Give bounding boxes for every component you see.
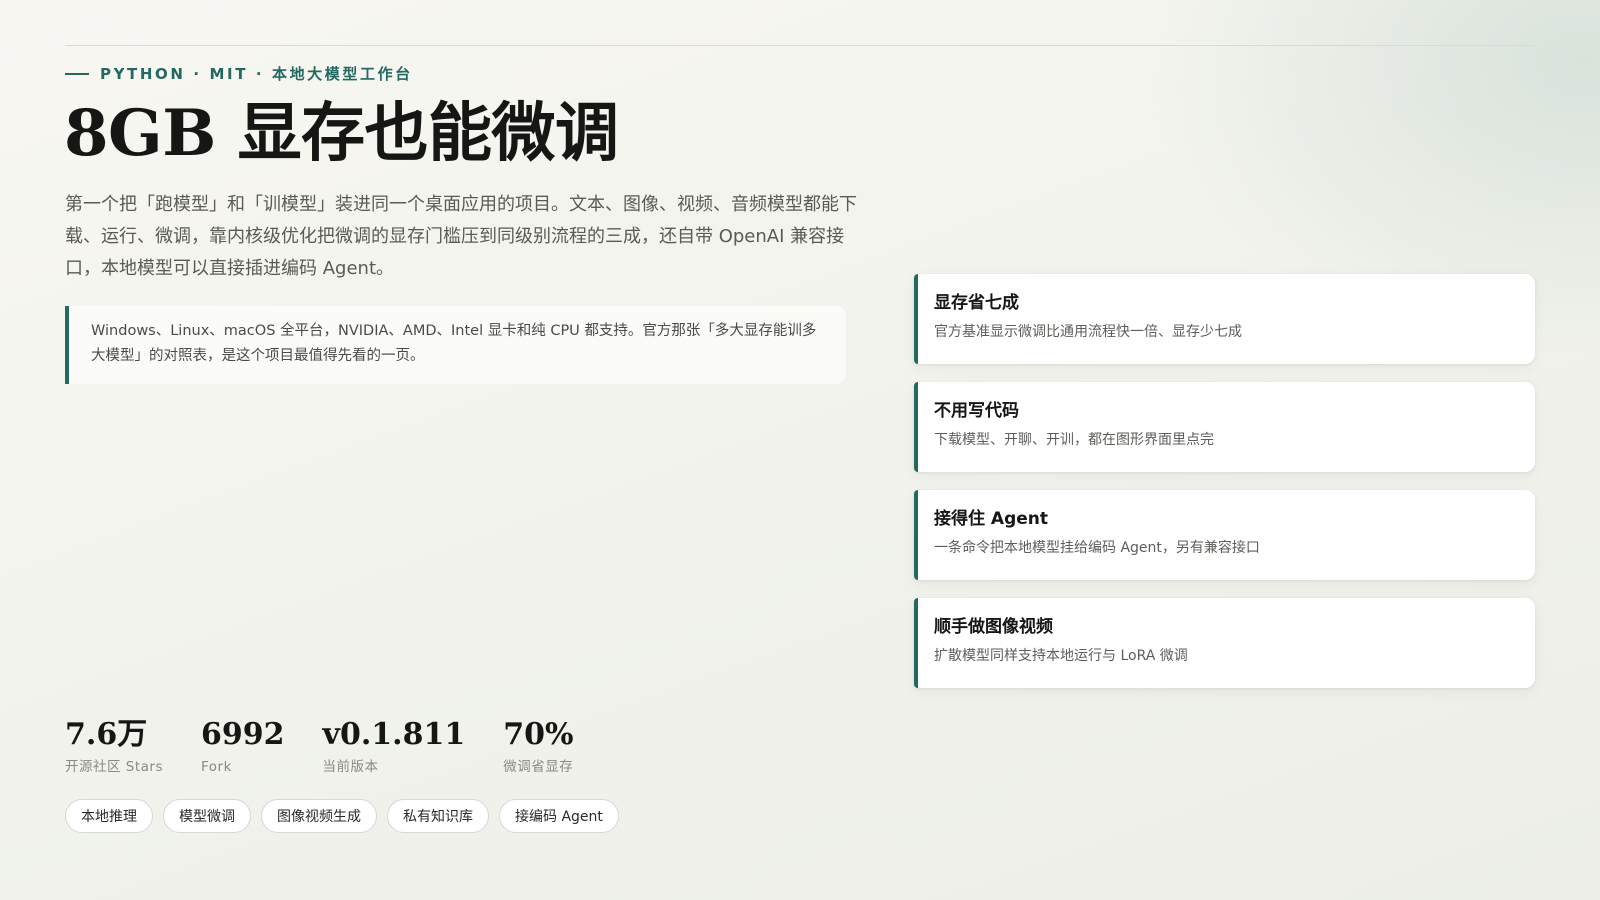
stat-vram-saving: 70% 微调省显存 bbox=[503, 716, 573, 776]
stat-label: 微调省显存 bbox=[503, 759, 574, 775]
stat-value: 70% bbox=[503, 717, 574, 752]
callout-note: Windows、Linux、macOS 全平台，NVIDIA、AMD、Intel… bbox=[65, 306, 846, 384]
feature-card-desc: 官方基准显示微调比通用流程快一倍、显存少七成 bbox=[934, 324, 1242, 340]
feature-card: 接得住 Agent 一条命令把本地模型挂给编码 Agent，另有兼容接口 bbox=[914, 490, 1535, 580]
feature-card-desc: 一条命令把本地模型挂给编码 Agent，另有兼容接口 bbox=[934, 540, 1260, 556]
feature-card: 显存省七成 官方基准显示微调比通用流程快一倍、显存少七成 bbox=[914, 274, 1535, 364]
page-title: 8GB 显存也能微调 bbox=[64, 96, 619, 171]
tag-fine-tuning[interactable]: 模型微调 bbox=[163, 799, 251, 833]
stat-version: v0.1.811 当前版本 bbox=[323, 716, 466, 776]
lead-paragraph: 第一个把「跑模型」和「训模型」装进同一个桌面应用的项目。文本、图像、视频、音频模… bbox=[65, 194, 857, 279]
feature-card-title: 不用写代码 bbox=[934, 401, 1019, 421]
tag-coding-agent[interactable]: 接编码 Agent bbox=[499, 799, 619, 833]
tag-private-knowledge-base[interactable]: 私有知识库 bbox=[387, 799, 489, 833]
stat-forks: 6992 Fork bbox=[201, 716, 285, 776]
stat-label: 开源社区 Stars bbox=[65, 759, 164, 775]
feature-card: 不用写代码 下载模型、开聊、开训，都在图形界面里点完 bbox=[914, 382, 1535, 472]
stats-row: 7.6万 开源社区 Stars 6992 Fork v0.1.811 当前版本 … bbox=[65, 716, 611, 776]
callout-text: Windows、Linux、macOS 全平台，NVIDIA、AMD、Intel… bbox=[91, 323, 817, 364]
eyebrow-text: PYTHON · MIT · 本地大模型工作台 bbox=[100, 65, 413, 83]
stat-value: 6992 bbox=[201, 717, 285, 752]
feature-card-title: 显存省七成 bbox=[934, 293, 1019, 313]
tag-image-video-generation[interactable]: 图像视频生成 bbox=[261, 799, 377, 833]
feature-card-title: 接得住 Agent bbox=[934, 509, 1049, 529]
stat-value: v0.1.811 bbox=[322, 717, 466, 752]
feature-card: 顺手做图像视频 扩散模型同样支持本地运行与 LoRA 微调 bbox=[914, 598, 1535, 688]
feature-cards: 显存省七成 官方基准显示微调比通用流程快一倍、显存少七成 不用写代码 下载模型、… bbox=[914, 274, 1535, 706]
stat-value: 7.6万 bbox=[65, 717, 148, 752]
eyebrow: PYTHON · MIT · 本地大模型工作台 bbox=[65, 63, 413, 84]
top-divider bbox=[65, 45, 1535, 46]
stat-label: 当前版本 bbox=[322, 759, 379, 775]
eyebrow-dash bbox=[65, 72, 89, 75]
feature-card-desc: 扩散模型同样支持本地运行与 LoRA 微调 bbox=[934, 648, 1188, 664]
tag-local-inference[interactable]: 本地推理 bbox=[65, 799, 153, 833]
feature-card-title: 顺手做图像视频 bbox=[934, 617, 1053, 637]
stat-label: Fork bbox=[201, 759, 232, 775]
feature-card-desc: 下载模型、开聊、开训，都在图形界面里点完 bbox=[934, 432, 1214, 448]
tag-list: 本地推理 模型微调 图像视频生成 私有知识库 接编码 Agent bbox=[65, 799, 629, 833]
stat-stars: 7.6万 开源社区 Stars bbox=[65, 716, 163, 776]
